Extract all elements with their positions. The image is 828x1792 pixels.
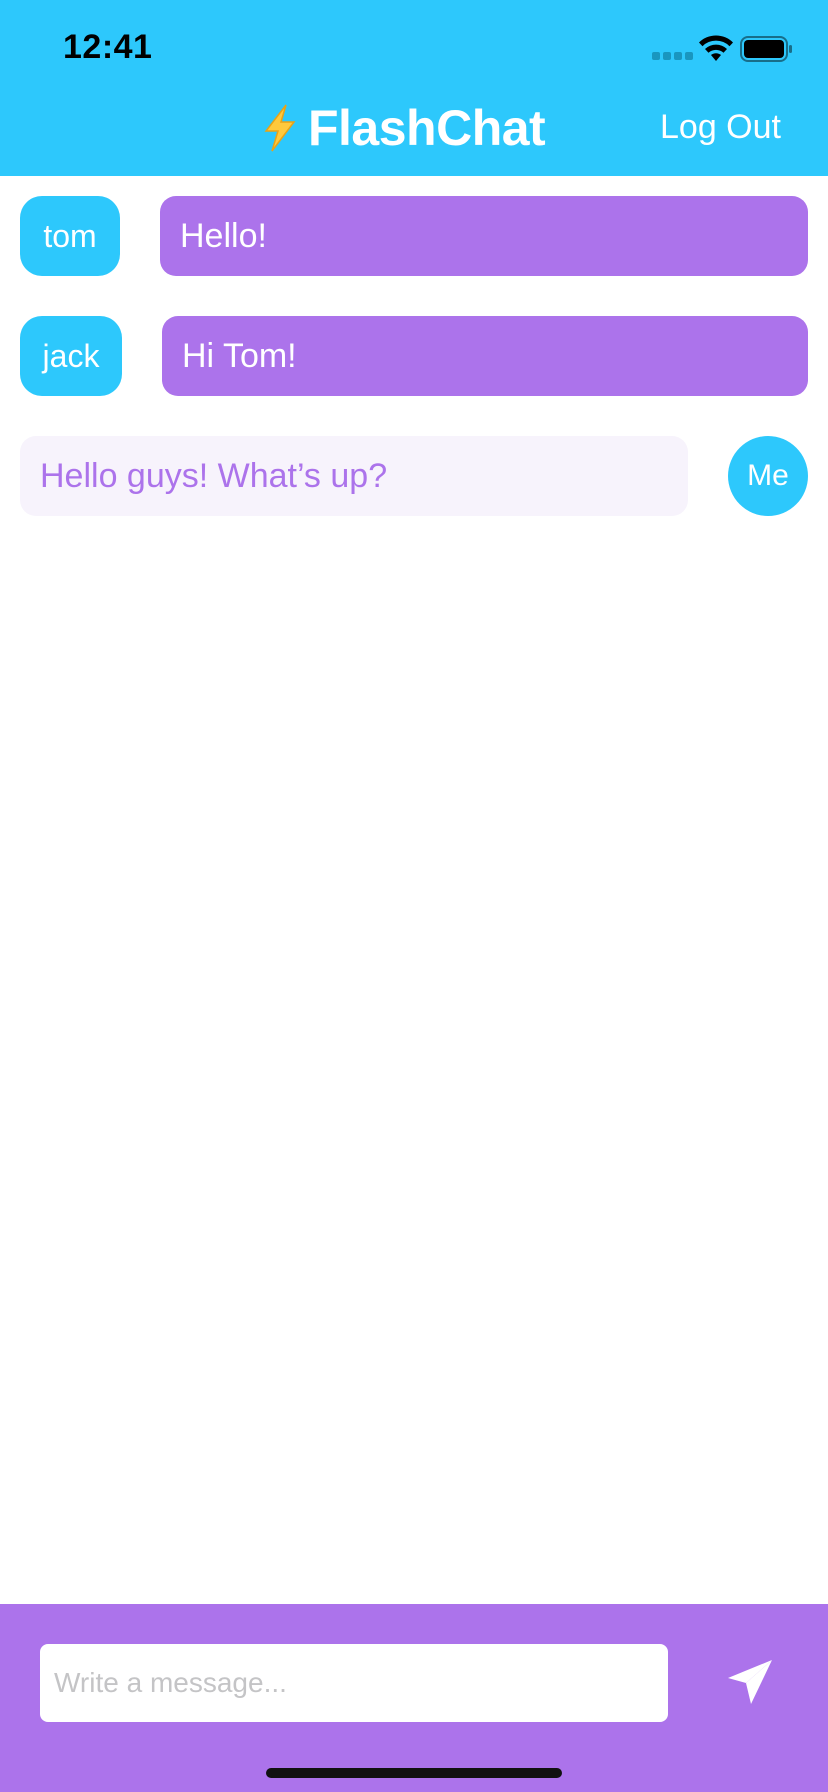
- message-row: tom Hello!: [20, 196, 808, 276]
- message-composer: [0, 1604, 828, 1792]
- lightning-bolt-icon: [264, 104, 296, 152]
- message-bubble: Hello!: [160, 196, 808, 276]
- message-row: Hello guys! What’s up? Me: [20, 436, 808, 516]
- home-indicator: [266, 1768, 562, 1778]
- wifi-icon: [699, 35, 733, 61]
- message-input[interactable]: [40, 1644, 668, 1722]
- sender-avatar: tom: [20, 196, 120, 276]
- navigation-bar: 12:41 FlashChat Log Out: [0, 0, 828, 176]
- signal-icon: [652, 52, 693, 62]
- message-row: jack Hi Tom!: [20, 316, 808, 396]
- app-title-text: FlashChat: [308, 100, 546, 156]
- app-title: FlashChat: [260, 96, 580, 160]
- battery-icon: [740, 36, 792, 62]
- message-bubble: Hello guys! What’s up?: [20, 436, 688, 516]
- message-bubble: Hi Tom!: [162, 316, 808, 396]
- send-icon[interactable]: [724, 1656, 776, 1708]
- status-time: 12:41: [63, 28, 153, 66]
- logout-button[interactable]: Log Out: [660, 108, 781, 147]
- me-avatar: Me: [728, 436, 808, 516]
- sender-avatar: jack: [20, 316, 122, 396]
